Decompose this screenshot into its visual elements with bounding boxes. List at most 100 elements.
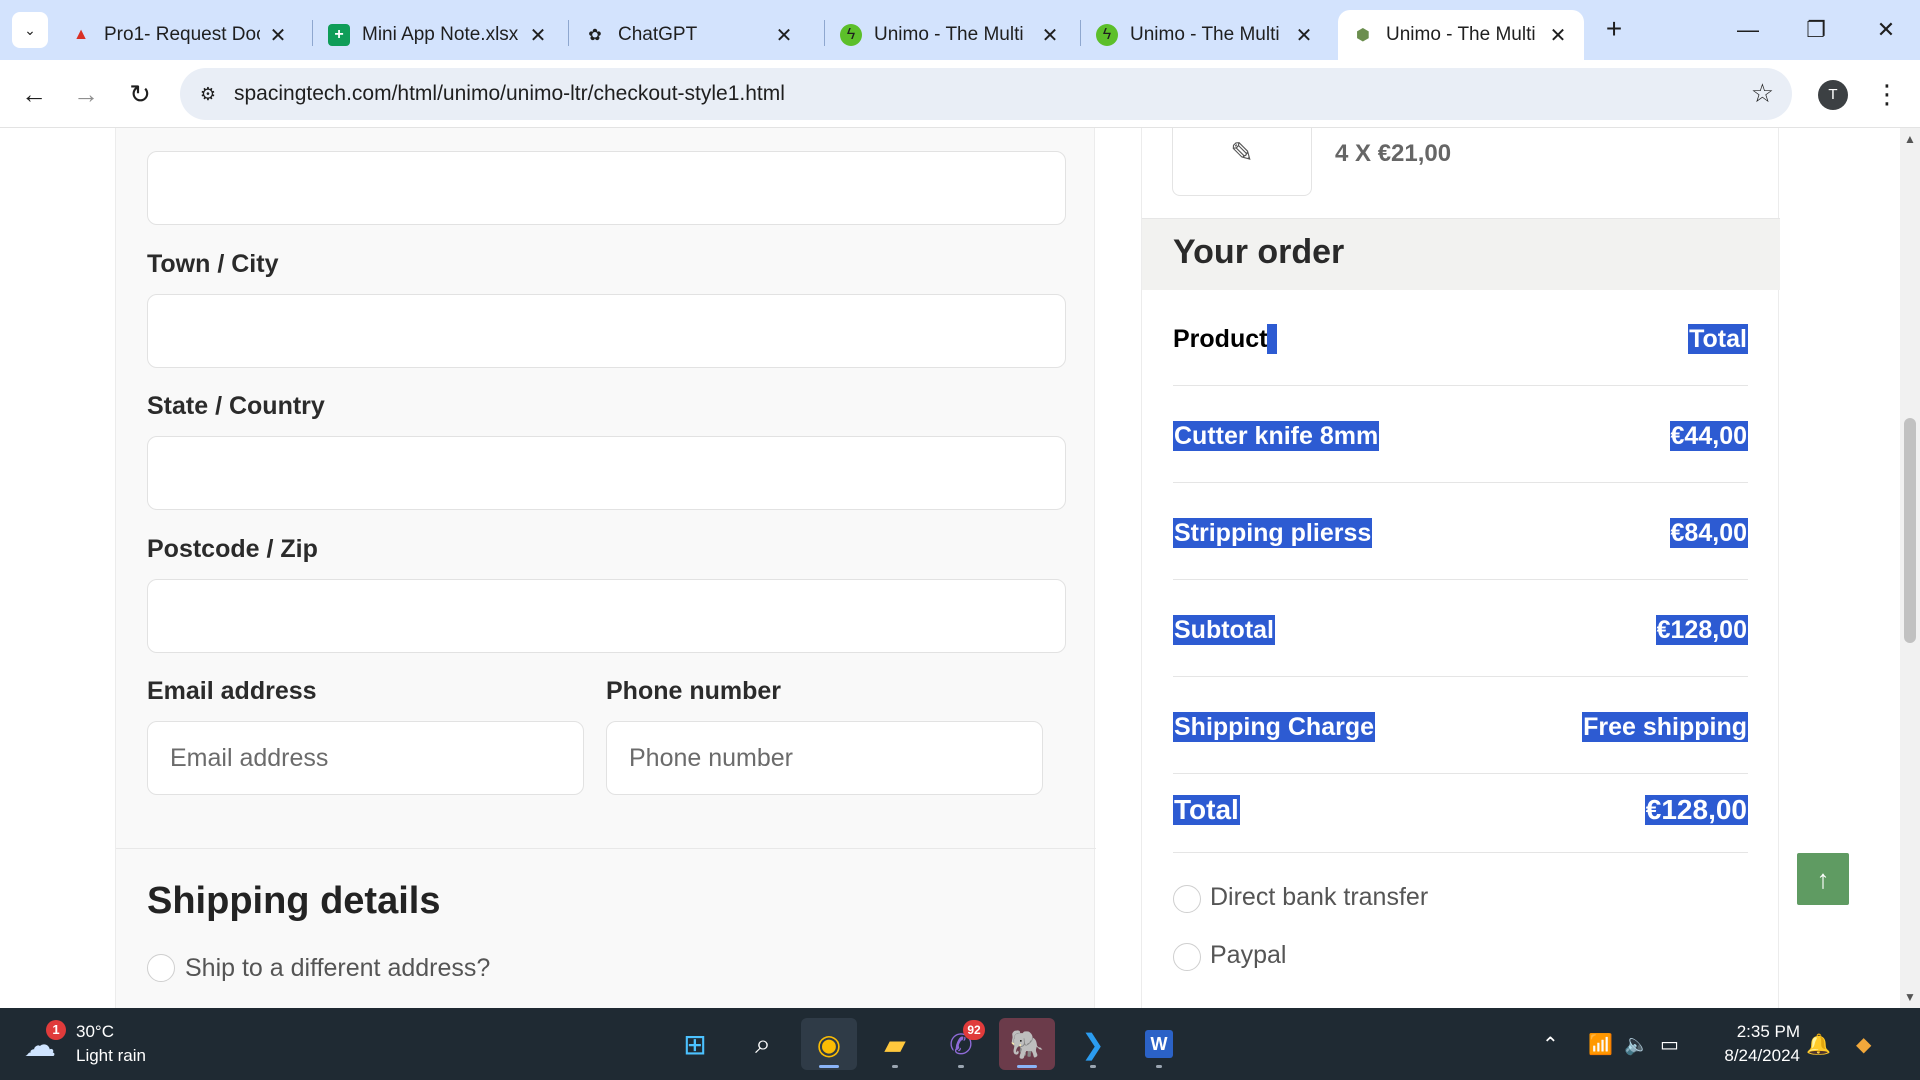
phone-input[interactable]: Phone number	[606, 721, 1043, 795]
copilot-button[interactable]: ◆	[1856, 1008, 1871, 1080]
tab-separator	[1080, 20, 1081, 46]
browser-menu-icon[interactable]: ⋮	[1874, 74, 1900, 114]
taskbar-vscode[interactable]: ❯	[1065, 1018, 1121, 1070]
tab-title: Unimo - The Multi	[1386, 24, 1536, 45]
apartment-input[interactable]	[147, 151, 1066, 225]
tray-overflow-chevron[interactable]: ⌃	[1542, 1008, 1559, 1080]
postcode-input[interactable]	[147, 579, 1066, 653]
product-thumbnail: ✎	[1172, 128, 1312, 196]
taskbar-word[interactable]: W	[1131, 1018, 1187, 1070]
tab-title: Unimo - The Multi	[874, 24, 1024, 45]
running-indicator	[1156, 1065, 1162, 1068]
minimize-button[interactable]: —	[1718, 10, 1778, 50]
tab-pro1[interactable]: ▲ Pro1- Request Doc ✕	[56, 10, 304, 60]
tab-mini-app-note[interactable]: + Mini App Note.xlsx ✕	[314, 10, 564, 60]
document-favicon-icon: ▲	[73, 26, 89, 43]
email-input[interactable]: Email address	[147, 721, 584, 795]
chevron-up-icon: ⌃	[1542, 1033, 1559, 1056]
url-text[interactable]: spacingtech.com/html/unimo/unimo-ltr/che…	[234, 68, 785, 120]
item-price: €84,00	[1669, 518, 1748, 548]
close-icon[interactable]: ✕	[772, 23, 796, 48]
subtotal-label: Subtotal	[1173, 615, 1275, 645]
unimo-favicon-icon: ϟ	[1096, 24, 1118, 46]
copilot-icon: ◆	[1856, 1033, 1872, 1056]
weather-temp: 30°C	[76, 1022, 114, 1041]
wifi-status[interactable]: 📶	[1588, 1008, 1613, 1080]
running-indicator	[1090, 1065, 1096, 1068]
scroll-to-top-button[interactable]: ↑	[1797, 853, 1849, 905]
taskbar-file-explorer[interactable]: ▰	[867, 1018, 923, 1070]
notifications-button[interactable]: 🔔	[1806, 1008, 1831, 1080]
email-placeholder: Email address	[170, 743, 329, 772]
forward-button[interactable]: →	[64, 72, 108, 116]
bank-transfer-radio[interactable]	[1173, 885, 1201, 913]
chrome-icon: ◉	[816, 1028, 842, 1060]
product-column-header: Product	[1173, 324, 1278, 354]
state-label: State / Country	[147, 392, 325, 420]
shipping-details-title: Shipping details	[147, 880, 441, 922]
clock-date: 8/24/2024	[1724, 1046, 1800, 1065]
arrow-up-icon: ↑	[1816, 864, 1830, 894]
close-icon[interactable]: ✕	[526, 23, 550, 48]
bookmark-star-icon[interactable]: ☆	[1751, 78, 1774, 109]
viber-badge: 92	[963, 1020, 985, 1040]
windows-logo-icon: ⊞	[683, 1028, 707, 1060]
order-item-row: Stripping plierss €84,00	[1173, 484, 1748, 580]
weather-widget[interactable]: ☁ 1 30°C Light rain	[24, 1020, 224, 1068]
restore-button[interactable]: ❐	[1786, 10, 1846, 50]
shipping-charge-value: Free shipping	[1582, 712, 1748, 742]
clock-time: 2:35 PM	[1736, 1022, 1800, 1041]
your-order-title: Your order	[1173, 233, 1345, 271]
profile-avatar[interactable]: T	[1818, 80, 1848, 110]
town-input[interactable]	[147, 294, 1066, 368]
scroll-down-arrow-icon[interactable]: ▼	[1900, 990, 1920, 1004]
item-name: Stripping plierss	[1173, 518, 1373, 548]
close-icon[interactable]: ✕	[1546, 23, 1570, 48]
tab-unimo-active[interactable]: ⬢ Unimo - The Multi ✕	[1338, 10, 1584, 60]
weather-condition: Light rain	[76, 1046, 146, 1065]
speaker-icon: 🔈	[1624, 1033, 1649, 1056]
running-indicator	[892, 1065, 898, 1068]
tab-unimo-2[interactable]: ϟ Unimo - The Multi ✕	[1082, 10, 1330, 60]
ship-different-label: Ship to a different address?	[185, 954, 491, 982]
system-clock[interactable]: 2:35 PM 8/24/2024	[1700, 1020, 1800, 1068]
scrollbar-thumb[interactable]	[1904, 418, 1916, 643]
taskbar-chrome[interactable]: ◉	[801, 1018, 857, 1070]
back-button[interactable]: ←	[12, 72, 56, 116]
close-icon[interactable]: ✕	[266, 23, 290, 48]
address-bar[interactable]: ⚙ spacingtech.com/html/unimo/unimo-ltr/c…	[180, 68, 1792, 120]
shipping-charge-row: Shipping Charge Free shipping	[1173, 678, 1748, 774]
close-window-button[interactable]: ✕	[1856, 10, 1916, 50]
battery-icon: ▭	[1660, 1033, 1679, 1056]
start-button[interactable]: ⊞	[667, 1018, 723, 1070]
search-button[interactable]: ⌕	[735, 1018, 791, 1070]
tab-chatgpt[interactable]: ✿ ChatGPT ✕	[570, 10, 810, 60]
ship-different-checkbox[interactable]	[147, 954, 175, 982]
reload-button[interactable]: ↻	[118, 72, 162, 116]
close-icon[interactable]: ✕	[1292, 23, 1316, 48]
state-input[interactable]	[147, 436, 1066, 510]
scroll-up-arrow-icon[interactable]: ▲	[1900, 132, 1920, 146]
total-value: €128,00	[1644, 794, 1748, 825]
tab-search-button[interactable]: ⌄	[12, 12, 48, 48]
tab-unimo-1[interactable]: ϟ Unimo - The Multi ✕	[826, 10, 1076, 60]
new-tab-button[interactable]: +	[1598, 14, 1630, 46]
volume-status[interactable]: 🔈	[1624, 1008, 1649, 1080]
site-info-icon[interactable]: ⚙	[194, 80, 222, 108]
chevron-down-icon: ⌄	[24, 21, 36, 38]
tab-bar: ⌄ ▲ Pro1- Request Doc ✕ + Mini App Note.…	[0, 0, 1920, 60]
page-scrollbar[interactable]: ▲ ▼	[1900, 128, 1920, 1008]
selection-fragment	[1267, 324, 1278, 354]
battery-status[interactable]: ▭	[1660, 1008, 1679, 1080]
subtotal-value: €128,00	[1655, 615, 1748, 645]
order-column: ✎ 4 X €21,00 Your order Product Total Cu…	[1141, 128, 1780, 1008]
vscode-icon: ❯	[1081, 1028, 1105, 1060]
billing-column: Town / City State / Country Postcode / Z…	[115, 128, 1096, 1008]
paypal-radio[interactable]	[1173, 943, 1201, 971]
word-icon: W	[1145, 1030, 1173, 1058]
subtotal-row: Subtotal €128,00	[1173, 581, 1748, 677]
taskbar-viber[interactable]: ✆ 92	[933, 1018, 989, 1070]
close-icon[interactable]: ✕	[1038, 23, 1062, 48]
taskbar-postgres[interactable]: 🐘	[999, 1018, 1055, 1070]
total-column-header: Total	[1688, 324, 1748, 354]
